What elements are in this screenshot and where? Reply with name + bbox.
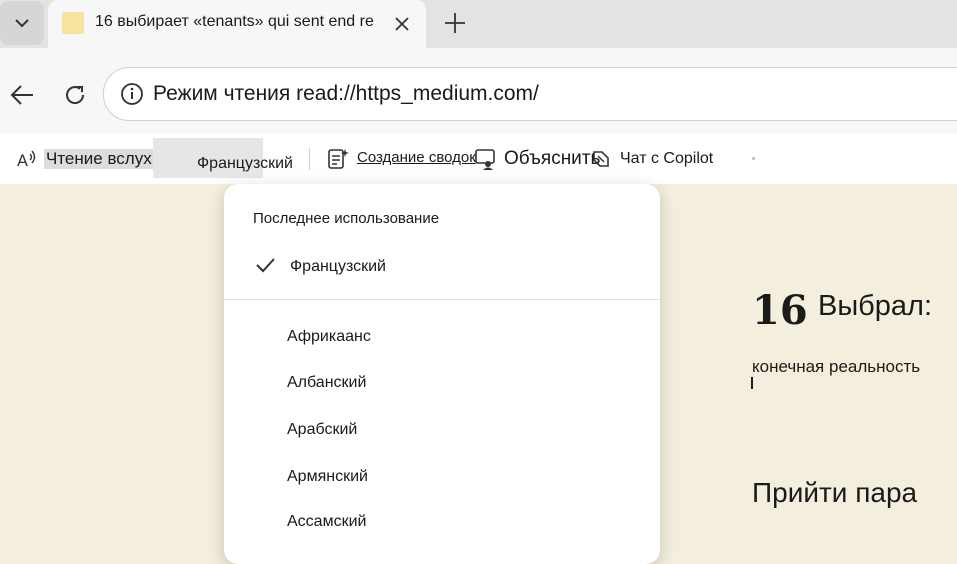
language-option[interactable]: Ассамский [224, 503, 660, 543]
article-title: Выбрал: [818, 290, 933, 322]
tab-title: 16 выбирает «tenants» qui sent end re [95, 13, 374, 30]
language-option-label: Африкаанс [287, 328, 371, 345]
reload-button[interactable] [60, 80, 90, 110]
tab-strip: 16 выбирает «tenants» qui sent end re [0, 0, 957, 48]
active-tab[interactable]: 16 выбирает «tenants» qui sent end re [48, 0, 426, 48]
tab-list-button[interactable] [0, 1, 44, 45]
check-icon [256, 258, 275, 273]
explain-label: Объяснить [504, 148, 601, 169]
language-select-label: Французский [197, 155, 293, 172]
language-option[interactable]: Албанский [224, 364, 660, 404]
language-option[interactable]: Армянский [224, 458, 660, 498]
back-arrow-icon [10, 85, 33, 105]
article-heading: Прийти пара [752, 477, 918, 508]
explain-button[interactable]: Объяснить [474, 134, 600, 184]
chevron-down-icon [15, 19, 29, 28]
recent-header: Последнее использование [253, 210, 440, 227]
info-icon[interactable] [119, 81, 145, 107]
language-option[interactable]: Африкаанс [224, 318, 660, 358]
copilot-icon [593, 151, 609, 167]
copilot-label: Чат с Copilot [620, 150, 714, 167]
more-indicator [752, 157, 755, 160]
language-option-label: Армянский [287, 468, 368, 485]
language-option-label: Албанский [287, 374, 367, 391]
reload-icon [66, 86, 85, 104]
language-select[interactable]: Французский [153, 138, 293, 178]
close-icon [395, 17, 409, 31]
text-cursor-mark [751, 377, 753, 389]
back-button[interactable] [7, 80, 37, 110]
article-subtitle: конечная реальность [752, 357, 921, 376]
menu-separator [224, 299, 660, 300]
language-option-selected[interactable]: Французский [224, 246, 660, 286]
language-option[interactable]: Арабский [224, 411, 660, 451]
toolbar-divider [309, 148, 310, 170]
explain-icon [475, 149, 495, 170]
new-tab-button[interactable] [440, 8, 470, 38]
navigation-bar: Режим чтения read://https_medium.com/ [0, 48, 957, 134]
address-bar[interactable]: Режим чтения read://https_medium.com/ [103, 67, 957, 121]
reader-toolbar: A Чтение вслух ab Французский Создание с… [0, 134, 957, 184]
summary-label: Создание сводок [357, 148, 476, 166]
copilot-chat-button[interactable]: Чат с Copilot [590, 134, 713, 184]
svg-text:A: A [17, 151, 28, 170]
language-option-label: Французский [290, 258, 386, 275]
favicon-icon [62, 12, 84, 34]
summary-icon [328, 149, 349, 169]
plus-icon [445, 13, 465, 33]
language-option-label: Ассамский [287, 513, 367, 530]
language-dropdown: Последнее использование Французский Афри… [224, 184, 660, 564]
summary-button[interactable]: Создание сводок [327, 134, 476, 184]
article-number: 16 [752, 287, 808, 334]
close-tab-button[interactable] [390, 12, 414, 36]
language-option-label: Арабский [287, 421, 358, 438]
read-aloud-icon: A [17, 150, 36, 170]
url-text[interactable]: Режим чтения read://https_medium.com/ [153, 82, 539, 106]
